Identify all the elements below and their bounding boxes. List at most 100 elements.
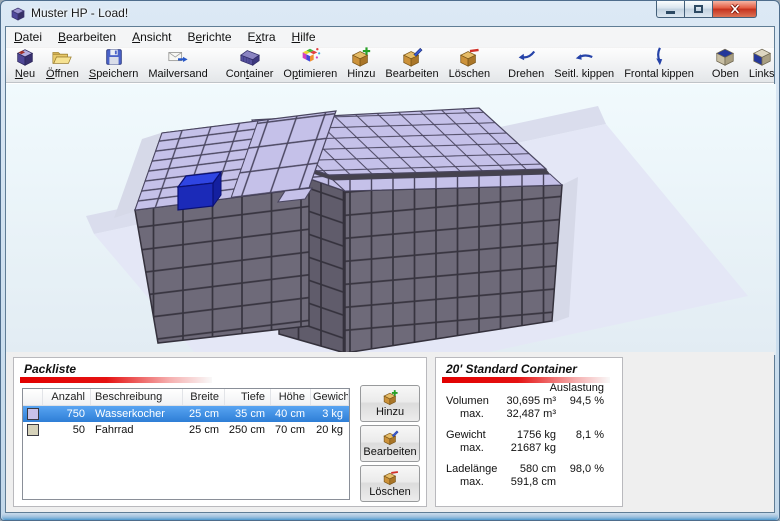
stat-row-volumen: Volumen 30,695 m³ 94,5 % bbox=[446, 395, 604, 408]
toolbar-button-oben[interactable]: Oben bbox=[707, 49, 744, 81]
toolbar-label: Bearbeiten bbox=[385, 68, 438, 80]
auslastung-header: Auslastung bbox=[446, 382, 604, 395]
stat-row-gewicht-max: max. 21687 kg bbox=[446, 442, 604, 455]
left-cargo-stack[interactable] bbox=[135, 111, 336, 343]
container-info-title: 20' Standard Container bbox=[446, 362, 577, 376]
left-stack-front-face bbox=[135, 188, 309, 343]
column-header-anzahl[interactable]: Anzahl bbox=[43, 389, 91, 405]
packliste-table-header: Anzahl Beschreibung Breite Tiefe Höhe Ge… bbox=[23, 389, 349, 406]
box-edit-icon bbox=[381, 429, 400, 446]
box-add-icon bbox=[349, 46, 373, 68]
window-controls bbox=[656, 1, 757, 18]
toolbar-button-oeffnen[interactable]: Öffnen bbox=[41, 49, 84, 81]
cell-breite: 25 cm bbox=[183, 424, 225, 436]
loeschen-button-label: Löschen bbox=[369, 486, 411, 498]
table-row-wasserkocher[interactable]: 750 Wasserkocher 25 cm 35 cm 40 cm 3 kg bbox=[23, 406, 349, 422]
mail-send-icon bbox=[166, 46, 190, 68]
stat-value: 580 cm bbox=[498, 463, 556, 476]
toolbar-label: Oben bbox=[712, 68, 739, 80]
toolbar: Neu Öffnen bbox=[6, 47, 774, 83]
stat-value: 32,487 m³ bbox=[498, 408, 556, 421]
container-stats: Auslastung Volumen 30,695 m³ 94,5 % max.… bbox=[446, 382, 604, 489]
menu-berichte[interactable]: Berichte bbox=[179, 27, 239, 47]
toolbar-button-speichern[interactable]: Speichern bbox=[84, 49, 144, 81]
column-header-hoehe[interactable]: Höhe bbox=[271, 389, 311, 405]
bearbeiten-button-label: Bearbeiten bbox=[363, 446, 416, 458]
client-area: Datei Bearbeiten Ansicht Berichte Extra … bbox=[5, 26, 775, 513]
view-left-cube-icon bbox=[751, 46, 773, 68]
column-header-gewicht[interactable]: Gewicht bbox=[311, 389, 349, 405]
toolbar-label: Öffnen bbox=[46, 68, 79, 80]
color-swatch bbox=[27, 408, 39, 420]
toolbar-button-links[interactable]: Links bbox=[744, 49, 780, 81]
box-edit-icon bbox=[400, 46, 424, 68]
stat-percent bbox=[556, 408, 604, 421]
cell-beschreibung: Wasserkocher bbox=[91, 408, 183, 420]
stat-percent bbox=[556, 476, 604, 489]
stat-percent: 8,1 % bbox=[556, 429, 604, 442]
container-icon bbox=[238, 46, 262, 68]
cell-gewicht: 3 kg bbox=[311, 408, 349, 420]
loeschen-button[interactable]: Löschen bbox=[360, 465, 420, 502]
row-color-cell bbox=[23, 424, 43, 436]
title-bar[interactable]: Muster HP - Load! bbox=[1, 1, 779, 26]
toolbar-label: Seitl. kippen bbox=[554, 68, 614, 80]
toolbar-button-seitl-kippen[interactable]: Seitl. kippen bbox=[549, 49, 619, 81]
toolbar-label: Drehen bbox=[508, 68, 544, 80]
toolbar-button-container[interactable]: Container bbox=[221, 49, 279, 81]
cell-anzahl: 750 bbox=[43, 408, 91, 420]
table-row-fahrrad[interactable]: 50 Fahrrad 25 cm 250 cm 70 cm 20 kg bbox=[23, 422, 349, 438]
column-header-beschreibung[interactable]: Beschreibung bbox=[91, 389, 183, 405]
toolbar-button-neu[interactable]: Neu bbox=[9, 49, 41, 81]
stat-row-gewicht: Gewicht 1756 kg 8,1 % bbox=[446, 429, 604, 442]
toolbar-label: Frontal kippen bbox=[624, 68, 694, 80]
maximize-button[interactable] bbox=[685, 1, 712, 18]
menu-hilfe[interactable]: Hilfe bbox=[284, 27, 324, 47]
column-header-tiefe[interactable]: Tiefe bbox=[225, 389, 271, 405]
toolbar-button-bearbeiten[interactable]: Bearbeiten bbox=[380, 49, 443, 81]
toolbar-label: Container bbox=[226, 68, 274, 80]
selected-box-highlight[interactable] bbox=[178, 172, 221, 210]
optimize-cube-icon bbox=[298, 46, 322, 68]
toolbar-label: Speichern bbox=[89, 68, 139, 80]
box-delete-icon bbox=[457, 46, 481, 68]
3d-view-canvas[interactable] bbox=[6, 84, 776, 355]
stat-label: max. bbox=[446, 408, 498, 421]
close-button[interactable] bbox=[712, 1, 757, 18]
toolbar-button-hinzu[interactable]: Hinzu bbox=[342, 49, 380, 81]
new-box-icon bbox=[14, 46, 36, 68]
cell-hoehe: 40 cm bbox=[271, 408, 311, 420]
close-icon bbox=[728, 3, 742, 15]
minimize-icon bbox=[666, 11, 675, 14]
tilt-side-arrow-icon bbox=[572, 46, 596, 68]
minimize-button[interactable] bbox=[656, 1, 685, 18]
selected-box-front bbox=[178, 183, 213, 210]
toolbar-button-optimieren[interactable]: Optimieren bbox=[278, 49, 342, 81]
menu-extra[interactable]: Extra bbox=[240, 27, 284, 47]
window-frame-bottom bbox=[2, 514, 778, 520]
bottom-panel-area: Packliste Anzahl Beschreibung Breite Tie… bbox=[6, 352, 774, 512]
column-header-color[interactable] bbox=[23, 389, 43, 405]
open-folder-icon bbox=[51, 46, 73, 68]
stat-label: max. bbox=[446, 442, 498, 455]
cell-tiefe: 35 cm bbox=[225, 408, 271, 420]
hinzu-button[interactable]: Hinzu bbox=[360, 385, 420, 422]
toolbar-button-drehen[interactable]: Drehen bbox=[503, 49, 549, 81]
toolbar-button-frontal-kippen[interactable]: Frontal kippen bbox=[619, 49, 699, 81]
bearbeiten-button[interactable]: Bearbeiten bbox=[360, 425, 420, 462]
menu-ansicht[interactable]: Ansicht bbox=[124, 27, 179, 47]
toolbar-button-mailversand[interactable]: Mailversand bbox=[143, 49, 212, 81]
toolbar-button-loeschen[interactable]: Löschen bbox=[444, 49, 496, 81]
packliste-title: Packliste bbox=[24, 362, 76, 376]
packliste-table[interactable]: Anzahl Beschreibung Breite Tiefe Höhe Ge… bbox=[22, 388, 350, 500]
color-swatch bbox=[27, 424, 39, 436]
column-header-breite[interactable]: Breite bbox=[183, 389, 225, 405]
menu-datei[interactable]: Datei bbox=[6, 27, 50, 47]
stat-value: 1756 kg bbox=[498, 429, 556, 442]
stat-value: 21687 kg bbox=[498, 442, 556, 455]
stat-percent bbox=[556, 442, 604, 455]
cell-hoehe: 70 cm bbox=[271, 424, 311, 436]
cell-beschreibung: Fahrrad bbox=[91, 424, 183, 436]
menu-bearbeiten[interactable]: Bearbeiten bbox=[50, 27, 124, 47]
toolbar-label: Hinzu bbox=[347, 68, 375, 80]
